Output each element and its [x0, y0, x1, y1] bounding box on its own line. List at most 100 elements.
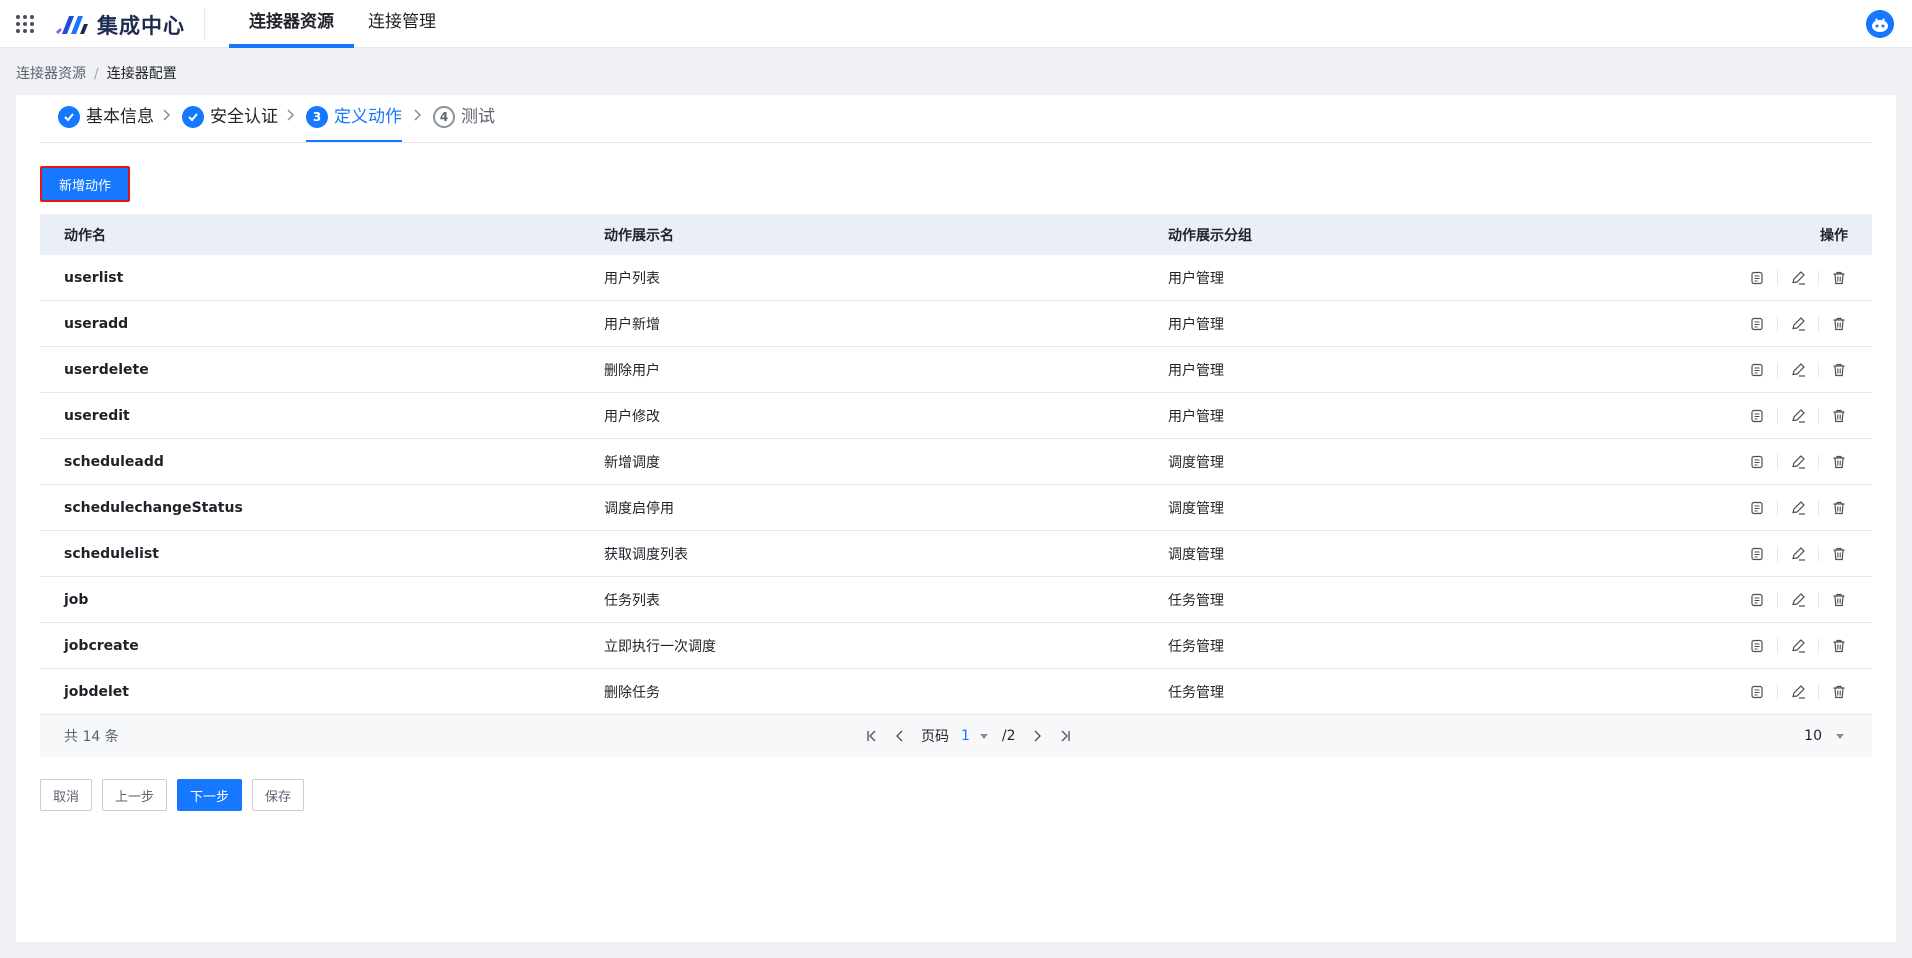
- divider: [1818, 453, 1819, 470]
- operations-cell: [1732, 255, 1872, 300]
- edit-icon[interactable]: [1789, 545, 1807, 563]
- edit-icon[interactable]: [1789, 591, 1807, 609]
- footer-actions: 取消 上一步 下一步 保存: [40, 779, 314, 811]
- detail-icon[interactable]: [1748, 683, 1766, 701]
- edit-icon[interactable]: [1789, 269, 1807, 287]
- next-step-button[interactable]: 下一步: [177, 779, 243, 811]
- page-size-select[interactable]: 10: [1804, 728, 1844, 744]
- divider: [1818, 683, 1819, 700]
- tab-connector-resources[interactable]: 连接器资源: [229, 0, 354, 48]
- display-name-cell: 获取调度列表: [604, 546, 688, 563]
- action-name-cell: schedulechangeStatus: [64, 499, 243, 516]
- divider: [1818, 637, 1819, 654]
- action-name-cell: userdelete: [64, 361, 149, 378]
- prev-step-button[interactable]: 上一步: [102, 779, 168, 811]
- step-basic-info[interactable]: 基本信息: [58, 106, 154, 142]
- detail-icon[interactable]: [1748, 453, 1766, 471]
- prev-page-icon[interactable]: [893, 729, 907, 743]
- apps-grid-icon[interactable]: [16, 15, 34, 33]
- pager-controls: 页码 1 /2: [865, 726, 1086, 746]
- detail-icon[interactable]: [1748, 499, 1766, 517]
- divider: [1818, 407, 1819, 424]
- delete-icon[interactable]: [1830, 315, 1848, 333]
- divider: [204, 8, 205, 40]
- delete-icon[interactable]: [1830, 683, 1848, 701]
- breadcrumb-item-connector-resources[interactable]: 连接器资源: [16, 66, 86, 82]
- last-page-icon[interactable]: [1058, 729, 1072, 743]
- divider: [1777, 361, 1778, 378]
- delete-icon[interactable]: [1830, 269, 1848, 287]
- display-name-cell: 用户新增: [604, 316, 660, 333]
- divider: [1777, 315, 1778, 332]
- display-group-cell: 调度管理: [1168, 500, 1224, 517]
- breadcrumb-separator: /: [94, 66, 99, 82]
- operations-cell: [1732, 669, 1872, 714]
- detail-icon[interactable]: [1748, 315, 1766, 333]
- page-select-caret-icon[interactable]: [979, 733, 988, 739]
- edit-icon[interactable]: [1789, 315, 1807, 333]
- divider: [1777, 545, 1778, 562]
- edit-icon[interactable]: [1789, 683, 1807, 701]
- delete-icon[interactable]: [1830, 407, 1848, 425]
- display-group-cell: 任务管理: [1168, 592, 1224, 609]
- edit-icon[interactable]: [1789, 499, 1807, 517]
- operations-cell: [1732, 393, 1872, 438]
- breadcrumb-item-connector-config: 连接器配置: [106, 66, 177, 82]
- step-security-auth[interactable]: 安全认证: [182, 106, 278, 142]
- actions-table: 动作名 动作展示名 动作展示分组 操作 userlist 用户列表 用户管理 user…: [40, 214, 1872, 757]
- row-actions: [1748, 315, 1848, 333]
- breadcrumb: 连接器资源 / 连接器配置: [16, 63, 177, 83]
- detail-icon[interactable]: [1748, 545, 1766, 563]
- save-button[interactable]: 保存: [252, 779, 305, 811]
- display-name-cell: 立即执行一次调度: [604, 638, 716, 655]
- operations-cell: [1732, 623, 1872, 668]
- delete-icon[interactable]: [1830, 591, 1848, 609]
- display-name-cell: 删除用户: [604, 362, 660, 379]
- divider: [1777, 591, 1778, 608]
- table-body: userlist 用户列表 用户管理 useradd 用户新增 用户管理 userdelet…: [40, 255, 1872, 715]
- current-page[interactable]: 1: [961, 728, 970, 744]
- step-define-actions[interactable]: 3 定义动作: [306, 106, 402, 142]
- table-row: jobcreate 立即执行一次调度 任务管理: [40, 623, 1872, 669]
- action-name-cell: userlist: [64, 269, 124, 286]
- row-actions: [1748, 545, 1848, 563]
- display-group-cell: 任务管理: [1168, 684, 1224, 701]
- chevron-right-icon: [162, 108, 176, 126]
- action-name-cell: jobcreate: [64, 637, 139, 654]
- display-name-cell: 任务列表: [604, 592, 660, 609]
- tab-connection-management[interactable]: 连接管理: [348, 0, 456, 48]
- first-page-icon[interactable]: [865, 729, 879, 743]
- delete-icon[interactable]: [1830, 499, 1848, 517]
- column-header-display-group: 动作展示分组: [1168, 227, 1252, 244]
- page-label: 页码: [921, 729, 949, 745]
- operations-cell: [1732, 347, 1872, 392]
- table-row: jobdelet 删除任务 任务管理: [40, 669, 1872, 715]
- delete-icon[interactable]: [1830, 637, 1848, 655]
- step-label: 测试: [461, 107, 495, 127]
- edit-icon[interactable]: [1789, 361, 1807, 379]
- detail-icon[interactable]: [1748, 361, 1766, 379]
- edit-icon[interactable]: [1789, 407, 1807, 425]
- detail-icon[interactable]: [1748, 407, 1766, 425]
- next-page-icon[interactable]: [1030, 729, 1044, 743]
- cancel-button[interactable]: 取消: [40, 779, 93, 811]
- action-name-cell: jobdelet: [64, 683, 129, 700]
- check-icon: [58, 106, 80, 128]
- display-name-cell: 用户列表: [604, 270, 660, 287]
- delete-icon[interactable]: [1830, 545, 1848, 563]
- delete-icon[interactable]: [1830, 453, 1848, 471]
- divider: [1818, 361, 1819, 378]
- detail-icon[interactable]: [1748, 591, 1766, 609]
- divider: [1777, 453, 1778, 470]
- detail-icon[interactable]: [1748, 637, 1766, 655]
- display-name-cell: 调度启停用: [604, 500, 674, 517]
- step-test[interactable]: 4 测试: [433, 106, 495, 142]
- row-actions: [1748, 361, 1848, 379]
- edit-icon[interactable]: [1789, 453, 1807, 471]
- edit-icon[interactable]: [1789, 637, 1807, 655]
- avatar[interactable]: [1866, 10, 1894, 38]
- total-pages: /2: [1001, 728, 1016, 744]
- delete-icon[interactable]: [1830, 361, 1848, 379]
- detail-icon[interactable]: [1748, 269, 1766, 287]
- add-action-button[interactable]: 新增动作: [40, 166, 130, 202]
